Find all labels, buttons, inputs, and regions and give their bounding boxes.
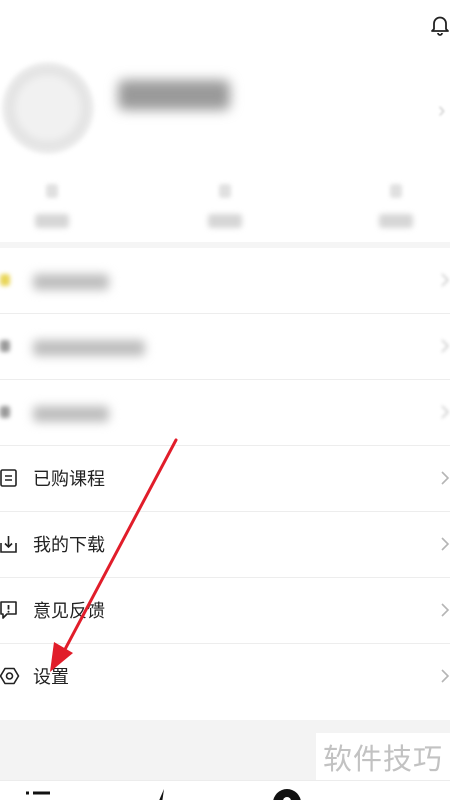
blurred-label — [33, 406, 109, 422]
list-icon — [0, 469, 17, 487]
stat-item[interactable] — [366, 178, 426, 238]
menu-item-blurred[interactable] — [0, 248, 450, 314]
profile-header[interactable]: › — [0, 58, 450, 178]
chevron-right-icon — [441, 471, 450, 485]
chevron-right-icon — [441, 603, 450, 617]
menu-item-my-downloads[interactable]: 我的下载 — [0, 512, 450, 578]
feedback-icon — [0, 601, 17, 619]
menu-list: 已购课程 我的下载 意见反馈 设置 — [0, 248, 450, 710]
avatar[interactable] — [2, 62, 94, 154]
tab-list-icon[interactable] — [24, 789, 52, 800]
menu-item-blurred[interactable] — [0, 380, 450, 446]
blurred-icon — [0, 406, 10, 418]
blurred-label — [33, 274, 109, 290]
menu-item-feedback[interactable]: 意见反馈 — [0, 578, 450, 644]
menu-item-label: 设置 — [33, 667, 69, 687]
menu-item-label: 已购课程 — [33, 469, 105, 489]
download-icon — [0, 536, 17, 553]
blurred-icon — [0, 340, 10, 352]
menu-item-label: 我的下载 — [33, 535, 105, 555]
stat-item[interactable] — [195, 178, 255, 238]
chevron-right-icon — [441, 339, 450, 353]
menu-item-settings[interactable]: 设置 — [0, 644, 450, 710]
chevron-right-icon — [441, 669, 450, 683]
menu-item-purchased-courses[interactable]: 已购课程 — [0, 446, 450, 512]
stat-item[interactable] — [22, 178, 82, 238]
hexagon-settings-icon — [0, 667, 20, 685]
blurred-icon — [0, 274, 10, 286]
menu-item-blurred[interactable] — [0, 314, 450, 380]
bell-icon[interactable] — [429, 14, 450, 36]
chevron-right-icon — [441, 537, 450, 551]
menu-item-label: 意见反馈 — [33, 601, 105, 621]
stats-row — [0, 178, 450, 242]
blurred-label — [33, 340, 145, 356]
chevron-right-icon — [441, 405, 450, 419]
chevron-right-icon — [441, 273, 450, 287]
tab-user-icon[interactable] — [270, 789, 304, 800]
watermark: 软件技巧 — [316, 733, 450, 781]
tab-lightning-icon[interactable] — [150, 789, 174, 800]
username-blurred — [118, 80, 230, 110]
chevron-right-icon: › — [438, 97, 446, 122]
bottom-tab-bar — [0, 780, 450, 800]
